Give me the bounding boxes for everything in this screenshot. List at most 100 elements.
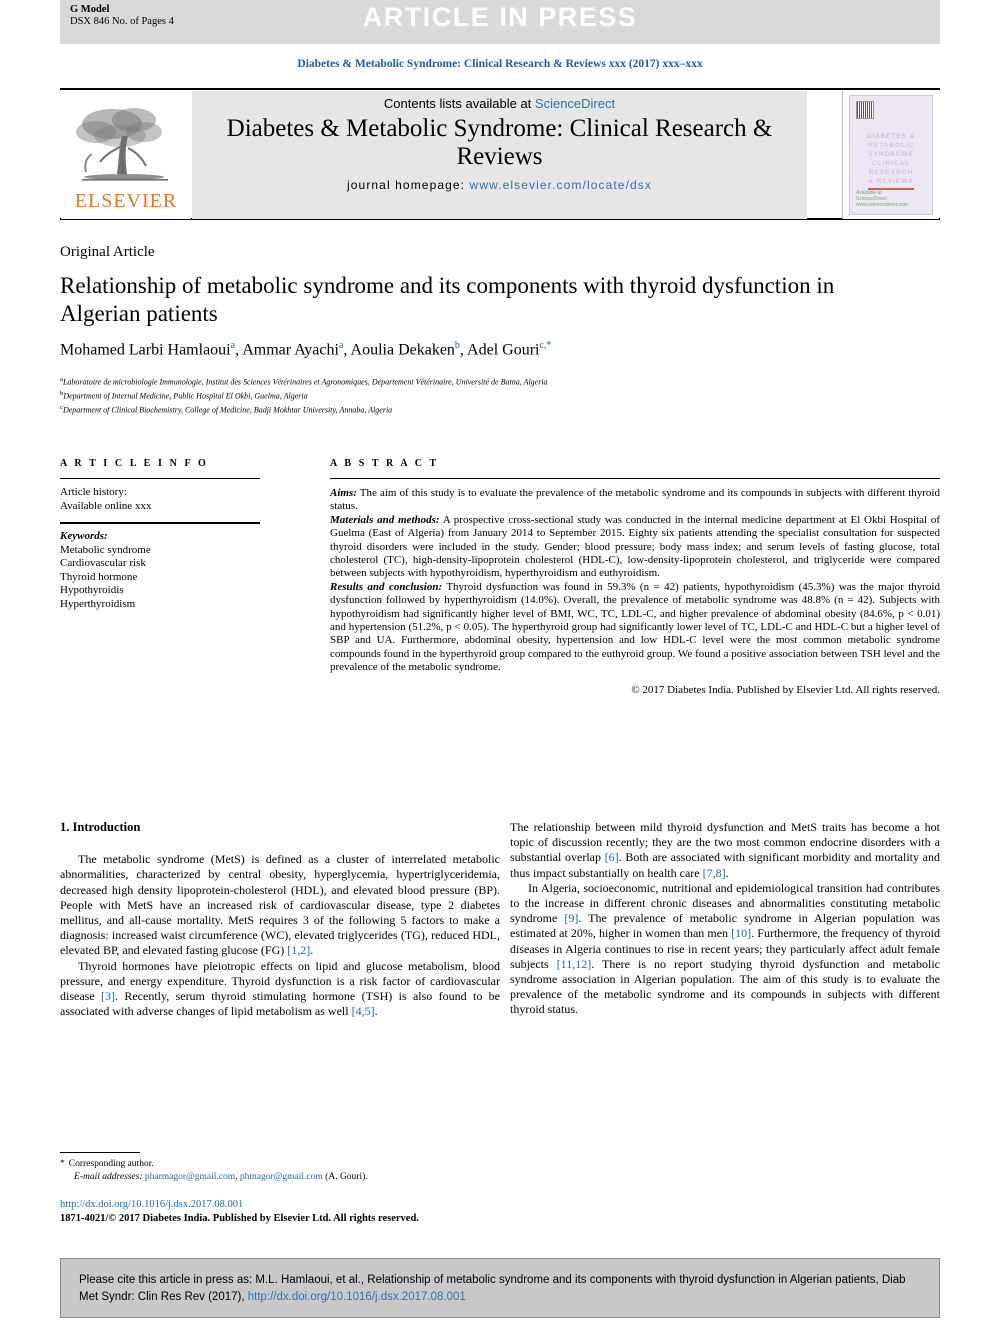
affiliation-item: bDepartment of Internal Medicine, Public… xyxy=(60,388,920,402)
corresponding-author-text: Corresponding author. xyxy=(68,1159,154,1169)
author-affiliation-marker: c,* xyxy=(539,340,552,351)
homepage-label: journal homepage: xyxy=(347,178,470,192)
abstract-aims-label: Aims: xyxy=(330,487,357,499)
journal-title: Diabetes & Metabolic Syndrome: Clinical … xyxy=(226,115,773,170)
author-affiliation-marker: a xyxy=(230,340,236,351)
affiliation-item: aLaboratoire de microbiologie Immunologi… xyxy=(60,374,920,388)
affiliation-text: Department of Clinical Biochemistry, Col… xyxy=(62,405,393,415)
author-name[interactable]: Mohamed Larbi Hamlaoui xyxy=(60,341,231,358)
introduction-right-column: The relationship between mild thyroid dy… xyxy=(510,820,940,1018)
g-model-label: G Model xyxy=(70,4,110,15)
body-paragraph: The relationship between mild thyroid dy… xyxy=(510,820,941,880)
citation-reference[interactable]: [4,5] xyxy=(352,1004,375,1018)
article-in-press-bar: ARTICLE IN PRESS xyxy=(60,0,940,44)
homepage-url-link[interactable]: www.elsevier.com/locate/dsx xyxy=(470,178,652,192)
article-history-value: Available online xxx xyxy=(60,499,152,512)
introduction-right-paragraphs: The relationship between mild thyroid dy… xyxy=(510,820,940,1018)
article-history: Article history: Available online xxx xyxy=(60,486,260,513)
sciencedirect-link[interactable]: ScienceDirect xyxy=(535,96,615,111)
elsevier-logo[interactable]: ELSEVIER xyxy=(61,91,191,219)
cover-line-1: DIABETES & xyxy=(866,133,916,140)
journal-masthead: ELSEVIER Contents lists available at Sci… xyxy=(60,88,940,220)
abstract-results: Results and conclusion: Thyroid dysfunct… xyxy=(330,581,940,675)
keyword-item[interactable]: Cardiovascular risk xyxy=(60,557,260,571)
email-link-1[interactable]: pharmagor@gmail.com xyxy=(145,1172,235,1182)
keywords-heading: Keywords: xyxy=(60,530,108,542)
cover-line-5: RESEARCH xyxy=(868,169,914,176)
cover-foot-3: www.sciencedirect.com xyxy=(856,202,908,208)
body-paragraph: The metabolic syndrome (MetS) is defined… xyxy=(60,852,500,958)
abstract-copyright: © 2017 Diabetes India. Published by Else… xyxy=(631,683,940,696)
author-affiliation-marker: b xyxy=(454,340,460,351)
please-cite-box: Please cite this article in press as: M.… xyxy=(60,1258,940,1318)
g-model-stamp: G Model DSX 846 No. of Pages 4 xyxy=(70,4,174,27)
footnote-divider xyxy=(60,1152,140,1153)
article-in-press-label: ARTICLE IN PRESS xyxy=(362,2,638,32)
cite-doi-link[interactable]: http://dx.doi.org/10.1016/j.dsx.2017.08.… xyxy=(248,1291,466,1303)
cover-line-4: CLINICAL xyxy=(871,160,911,167)
article-info-rule-bottom xyxy=(60,522,260,524)
author-affiliation-marker: a xyxy=(338,340,344,351)
journal-cover-thumbnail[interactable]: DIABETES & METABOLIC SYNDROME CLINICAL R… xyxy=(842,91,939,219)
doi-link[interactable]: http://dx.doi.org/10.1016/j.dsx.2017.08.… xyxy=(60,1198,560,1212)
affiliation-text: Department of Internal Medicine, Public … xyxy=(63,391,308,401)
article-title: Relationship of metabolic syndrome and i… xyxy=(60,273,835,326)
document-id: DSX 846 No. of Pages 4 xyxy=(70,15,174,27)
affiliation-text: Laboratoire de microbiologie Immunologie… xyxy=(62,377,548,387)
author-list: Mohamed Larbi Hamlaouia, Ammar Ayachia, … xyxy=(60,340,552,359)
citation-reference[interactable]: [11,12] xyxy=(557,957,592,971)
article-info-rule-top xyxy=(60,478,260,479)
barcode-icon xyxy=(856,101,874,119)
author-name[interactable]: Ammar Ayachi xyxy=(242,341,339,358)
abstract-column: A B S T R A C T Aims: The aim of this st… xyxy=(330,458,940,696)
cover-title-text: DIABETES & METABOLIC SYNDROME CLINICAL R… xyxy=(850,132,932,186)
elsevier-wordmark: ELSEVIER xyxy=(74,190,178,212)
keyword-item[interactable]: Hypothyroidis xyxy=(60,584,260,598)
cover-footer-text: Available at ScienceDirect www.sciencedi… xyxy=(856,190,908,208)
abstract-methods: Materials and methods: A prospective cro… xyxy=(330,514,940,581)
masthead-center: Contents lists available at ScienceDirec… xyxy=(192,91,807,219)
abstract-rule xyxy=(330,478,940,479)
article-info-heading: A R T I C L E I N F O xyxy=(60,458,209,469)
email-link-2[interactable]: phmagor@gmail.com xyxy=(240,1172,323,1182)
article-type-label: Original Article xyxy=(60,244,155,260)
contents-available-line: Contents lists available at ScienceDirec… xyxy=(192,96,807,111)
cover-art: DIABETES & METABOLIC SYNDROME CLINICAL R… xyxy=(849,95,933,215)
citation-reference[interactable]: [6] xyxy=(605,850,619,864)
asterisk-icon: * xyxy=(60,1159,65,1169)
introduction-heading: 1. Introduction xyxy=(60,820,141,834)
keyword-item[interactable]: Metabolic syndrome xyxy=(60,544,260,558)
keyword-item[interactable]: Thyroid hormone xyxy=(60,571,260,585)
issn-copyright-line: 1871-4021/© 2017 Diabetes India. Publish… xyxy=(60,1213,419,1224)
email-note: E-mail addresses: pharmagor@gmail.com, p… xyxy=(60,1171,500,1184)
body-paragraph: Thyroid hormones have pleiotropic effect… xyxy=(60,958,500,1019)
footnote-block: * Corresponding author. E-mail addresses:… xyxy=(60,1158,500,1183)
journal-reference-line: Diabetes & Metabolic Syndrome: Clinical … xyxy=(297,58,703,70)
keyword-item[interactable]: Hyperthyroidism xyxy=(60,598,260,612)
abstract-results-text: Thyroid dysfunction was found in 59.3% (… xyxy=(330,580,940,674)
citation-reference[interactable]: [3] xyxy=(101,989,115,1003)
cover-line-2: METABOLIC xyxy=(867,142,915,149)
article-page: ARTICLE IN PRESS G Model DSX 846 No. of … xyxy=(0,0,992,1323)
introduction-left-column: 1. Introduction The metabolic syndrome (… xyxy=(60,820,500,1019)
citation-reference[interactable]: [7,8] xyxy=(703,866,726,880)
author-name[interactable]: Aoulia Dekaken xyxy=(351,341,455,358)
doi-block: http://dx.doi.org/10.1016/j.dsx.2017.08.… xyxy=(60,1198,560,1226)
article-info-column: A R T I C L E I N F O Article history: A… xyxy=(60,458,260,611)
author-name[interactable]: Adel Gouri xyxy=(467,341,539,358)
abstract-methods-label: Materials and methods: xyxy=(330,513,440,526)
keywords-items: Metabolic syndrome Cardiovascular risk Thy… xyxy=(60,544,260,612)
elsevier-tree-icon xyxy=(76,108,168,181)
abstract-aims: Aims: The aim of this study is to evalua… xyxy=(330,487,940,514)
citation-reference[interactable]: [10] xyxy=(731,926,751,940)
contents-prefix: Contents lists available at xyxy=(383,96,535,111)
journal-homepage-line: journal homepage: www.elsevier.com/locat… xyxy=(192,178,807,192)
affiliation-item: cDepartment of Clinical Biochemistry, Co… xyxy=(60,402,920,416)
citation-reference[interactable]: [9] xyxy=(564,911,578,925)
cover-line-6: & REVIEWS xyxy=(868,178,914,185)
citation-reference[interactable]: [1,2] xyxy=(287,943,310,957)
article-history-label: Article history: xyxy=(60,486,127,498)
abstract-results-label: Results and conclusion: xyxy=(330,580,443,593)
email-owner: (A. Gouri). xyxy=(325,1171,368,1182)
abstract-body: Aims: The aim of this study is to evalua… xyxy=(330,487,940,675)
